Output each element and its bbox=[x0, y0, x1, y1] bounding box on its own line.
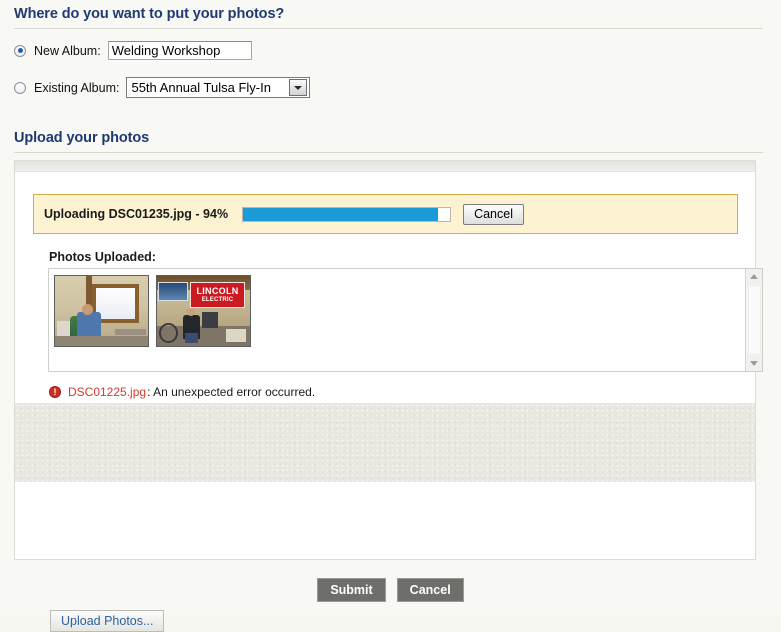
scrollbar-thumb[interactable] bbox=[747, 285, 761, 355]
upload-photos-button[interactable]: Upload Photos... bbox=[50, 610, 165, 632]
upload-divider bbox=[14, 152, 763, 153]
upload-heading: Upload your photos bbox=[14, 130, 150, 146]
existing-album-row[interactable]: Existing Album: 55th Annual Tulsa Fly-In bbox=[14, 77, 311, 98]
new-album-radio[interactable] bbox=[14, 44, 26, 57]
triangle-down-icon[interactable] bbox=[746, 356, 762, 371]
thumbnails-scrollbar[interactable] bbox=[745, 269, 762, 371]
destination-divider bbox=[14, 28, 763, 29]
uploader-body: Uploading DSC01235.jpg - 94% Cancel Phot… bbox=[15, 172, 763, 632]
new-album-label: New Album: bbox=[34, 43, 101, 58]
thumbnail-list: LINCOLN ELECTRIC bbox=[49, 269, 745, 371]
thumbnail-lincoln-electric-banner[interactable]: LINCOLN ELECTRIC bbox=[156, 275, 251, 347]
new-album-row[interactable]: New Album: bbox=[14, 41, 252, 60]
upload-progress-fill bbox=[243, 207, 438, 221]
photos-uploaded-label: Photos Uploaded: bbox=[49, 250, 156, 264]
upload-progress-bar bbox=[242, 206, 452, 222]
uploader-panel: Uploading DSC01235.jpg - 94% Cancel Phot… bbox=[14, 160, 763, 632]
upload-error-row: ! DSC01225.jpg : An unexpected error occ… bbox=[49, 384, 315, 400]
triangle-up-icon[interactable] bbox=[746, 269, 762, 284]
cancel-button[interactable]: Cancel bbox=[396, 578, 464, 602]
error-file-name: DSC01225.jpg bbox=[68, 385, 147, 399]
uploaded-thumbnails-box: LINCOLN ELECTRIC bbox=[48, 268, 763, 372]
error-message: : An unexpected error occurred. bbox=[147, 385, 316, 399]
uploader-drop-area[interactable] bbox=[15, 403, 755, 482]
uploader-top-strip bbox=[15, 161, 755, 172]
new-album-input[interactable] bbox=[107, 41, 252, 60]
upload-progress-banner: Uploading DSC01235.jpg - 94% Cancel bbox=[33, 194, 738, 234]
lincoln-electric-sign: LINCOLN ELECTRIC bbox=[190, 282, 245, 309]
existing-album-radio[interactable] bbox=[14, 81, 26, 94]
upload-progress-text: Uploading DSC01235.jpg - 94% bbox=[44, 207, 229, 221]
error-icon: ! bbox=[49, 386, 61, 398]
chevron-down-icon[interactable] bbox=[289, 79, 308, 96]
destination-heading: Where do you want to put your photos? bbox=[14, 6, 285, 22]
footer-actions: Submit Cancel bbox=[0, 578, 781, 602]
thumbnail-workshop-window[interactable] bbox=[54, 275, 149, 347]
existing-album-select[interactable]: 55th Annual Tulsa Fly-In bbox=[126, 77, 311, 98]
existing-album-label: Existing Album: bbox=[34, 80, 120, 95]
submit-button[interactable]: Submit bbox=[317, 578, 386, 602]
upload-photos-page: Where do you want to put your photos? Ne… bbox=[0, 0, 781, 632]
existing-album-selected-value: 55th Annual Tulsa Fly-In bbox=[131, 80, 271, 95]
cancel-upload-button[interactable]: Cancel bbox=[463, 203, 524, 225]
